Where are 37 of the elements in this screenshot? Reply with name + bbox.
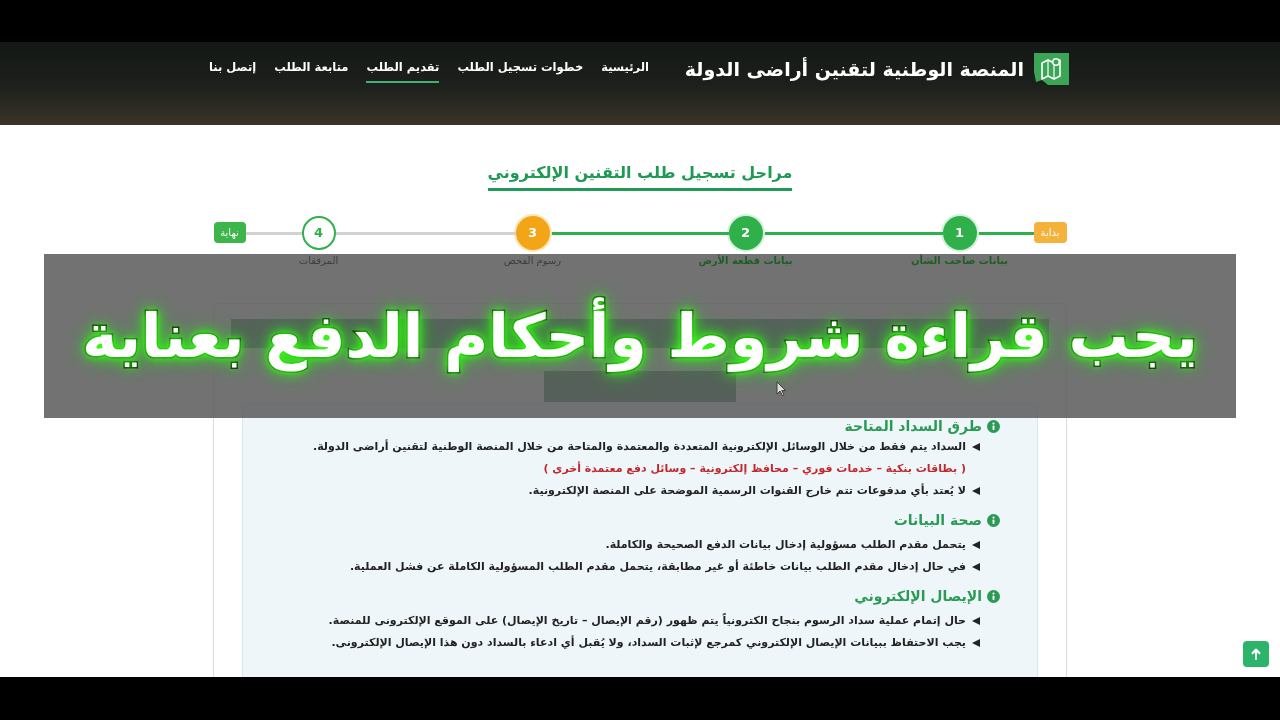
list-item-text: يتحمل مقدم الطلب مسؤولية إدخال بيانات الدفع الصحيحة والكاملة.	[605, 536, 966, 553]
step-label: بيانات قطعة الأرض	[698, 255, 793, 267]
step-connector	[245, 231, 302, 235]
section-heading: الإيصال الإلكتروني	[854, 587, 982, 606]
bullet-icon	[972, 639, 980, 647]
list-item-text: حال إتمام عملية سداد الرسوم بنجاح الكترونياً يتم ظهور (رقم الإيصال – تاريخ الإيصال) على الموقع الإلكترونى للمنصة.	[328, 612, 966, 629]
nav-link[interactable]: الرئيسية	[601, 55, 649, 83]
info-icon	[987, 589, 1000, 603]
scroll-top-button[interactable]	[1243, 641, 1269, 667]
list-item-text: لا يُعتد بأي مدفوعات تتم خارج القنوات الرسمية الموضحة على المنصة الإلكترونية.	[528, 482, 966, 500]
mouse-cursor-icon	[776, 381, 786, 396]
step-label: بيانات صاحب الشأن	[911, 255, 1008, 267]
info-icon	[987, 513, 1000, 527]
list-item-text: يجب الاحتفاظ ببيانات الإيصال الإلكتروني كمرجع لإثبات السداد، ولا يُقبل أي ادعاء بالسداد دون هذا الإيصال الإلكترونى.	[331, 634, 966, 651]
nav-link[interactable]: متابعة الطلب	[274, 55, 349, 83]
map-logo-icon	[1031, 51, 1071, 87]
bullet-icon	[972, 443, 980, 451]
section-heading: صحة البيانات	[893, 511, 982, 530]
info-icon	[987, 419, 1000, 433]
caption-text: يجب قراءة شروط وأحكام الدفع بعناية	[82, 286, 1198, 386]
arrow-up-icon	[1251, 648, 1261, 660]
list-item-text: في حال إدخال مقدم الطلب بيانات خاطئة أو غير مطابقة، يتحمل مقدم الطلب المسؤولية الكاملة عن فشل العملية.	[349, 558, 966, 575]
bullet-icon	[972, 487, 980, 495]
nav-link[interactable]: خطوات تسجيل الطلب	[457, 55, 584, 83]
section-heading: طرق السداد المتاحة	[844, 417, 982, 436]
note-text: ( بطاقات بنكية – خدمات فوري – محافظ إلكترونية – وسائل دفع معتمدة أخرى )	[543, 460, 966, 477]
list-item-text: السداد يتم فقط من خلال الوسائل الإلكترونية المتعددة والمعتمدة والمتاحة من خلال المنصة الوطنية لتقنين أراضى الدولة.	[312, 438, 966, 455]
nav-link[interactable]: تقديم الطلب	[366, 55, 440, 83]
bullet-icon	[972, 541, 980, 549]
page-title: مراحل تسجيل طلب التقنين الإلكتروني	[487, 162, 793, 191]
end-badge: نهاية	[213, 222, 246, 243]
bullet-icon	[972, 617, 980, 625]
bullet-icon	[972, 563, 980, 571]
nav-link[interactable]: إتصل بنا	[209, 55, 257, 83]
step-connector	[976, 231, 1034, 235]
start-badge: بداية	[1033, 222, 1067, 243]
site-title: المنصة الوطنية لتقنين أراضى الدولة	[684, 56, 1024, 83]
